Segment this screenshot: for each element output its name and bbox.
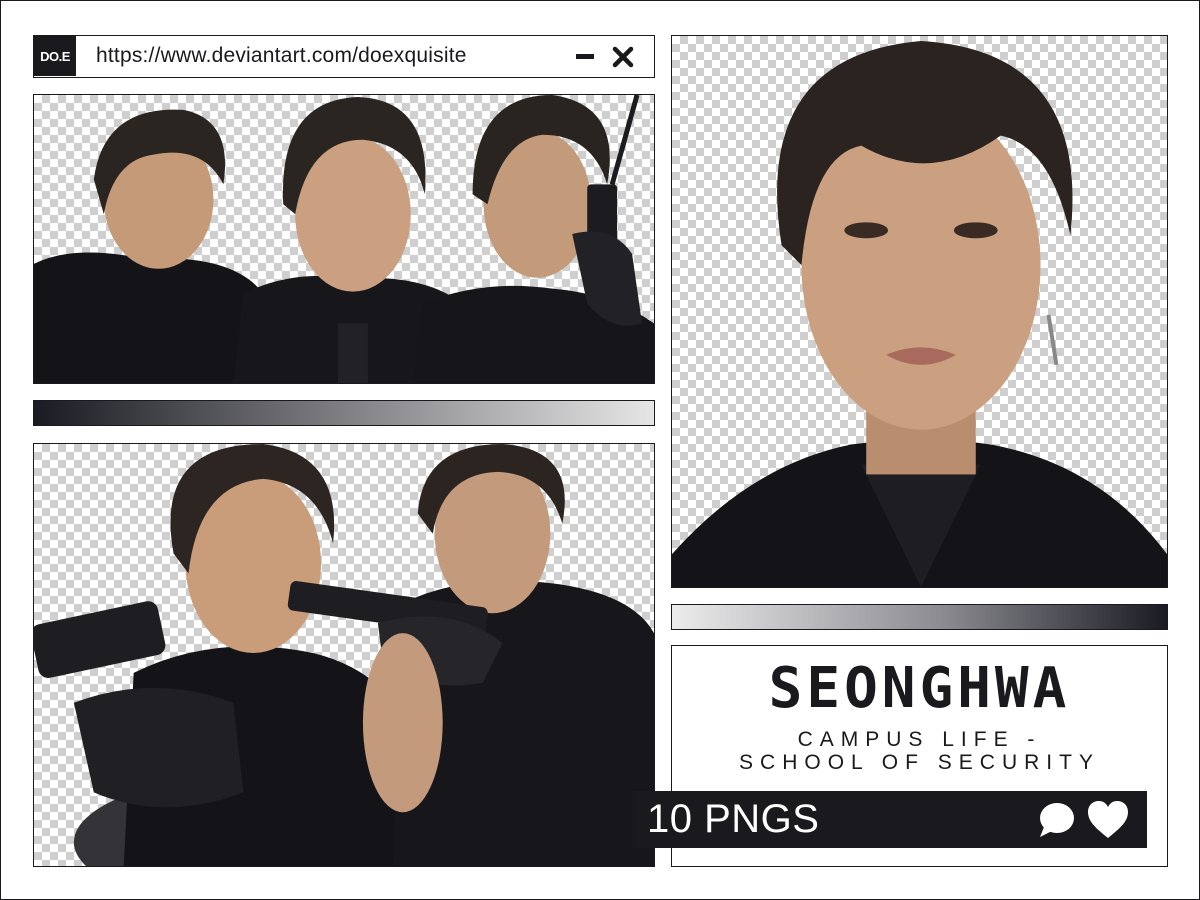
browser-url-bar: DO.E https://www.deviantart.com/doexquis… <box>33 35 655 78</box>
subtitle-line-1: CAMPUS LIFE - <box>797 728 1042 751</box>
minimize-icon[interactable] <box>574 47 596 65</box>
portrait-right-figure <box>672 40 1167 587</box>
png-count-text: 10 PNGS <box>647 797 820 841</box>
gradient-bar-right <box>671 604 1168 630</box>
portrait-right <box>671 35 1168 588</box>
collage-bottom-left <box>33 443 655 867</box>
gradient-bar-left <box>33 400 655 426</box>
comment-icon[interactable] <box>1038 801 1076 839</box>
close-icon[interactable] <box>610 44 636 70</box>
title-text: SEONGHWA <box>768 656 1071 721</box>
brand-logo[interactable]: DO.E <box>34 36 76 76</box>
heart-icon[interactable] <box>1087 800 1129 840</box>
collage-top-left-figures <box>34 95 654 383</box>
url-text[interactable]: https://www.deviantart.com/doexquisite <box>96 44 467 68</box>
collage-top-left <box>33 94 655 384</box>
png-count-bar: 10 PNGS <box>633 791 1147 848</box>
collage-bottom-left-figures <box>34 444 654 866</box>
subtitle-line-2: SCHOOL OF SECURITY <box>739 751 1100 774</box>
